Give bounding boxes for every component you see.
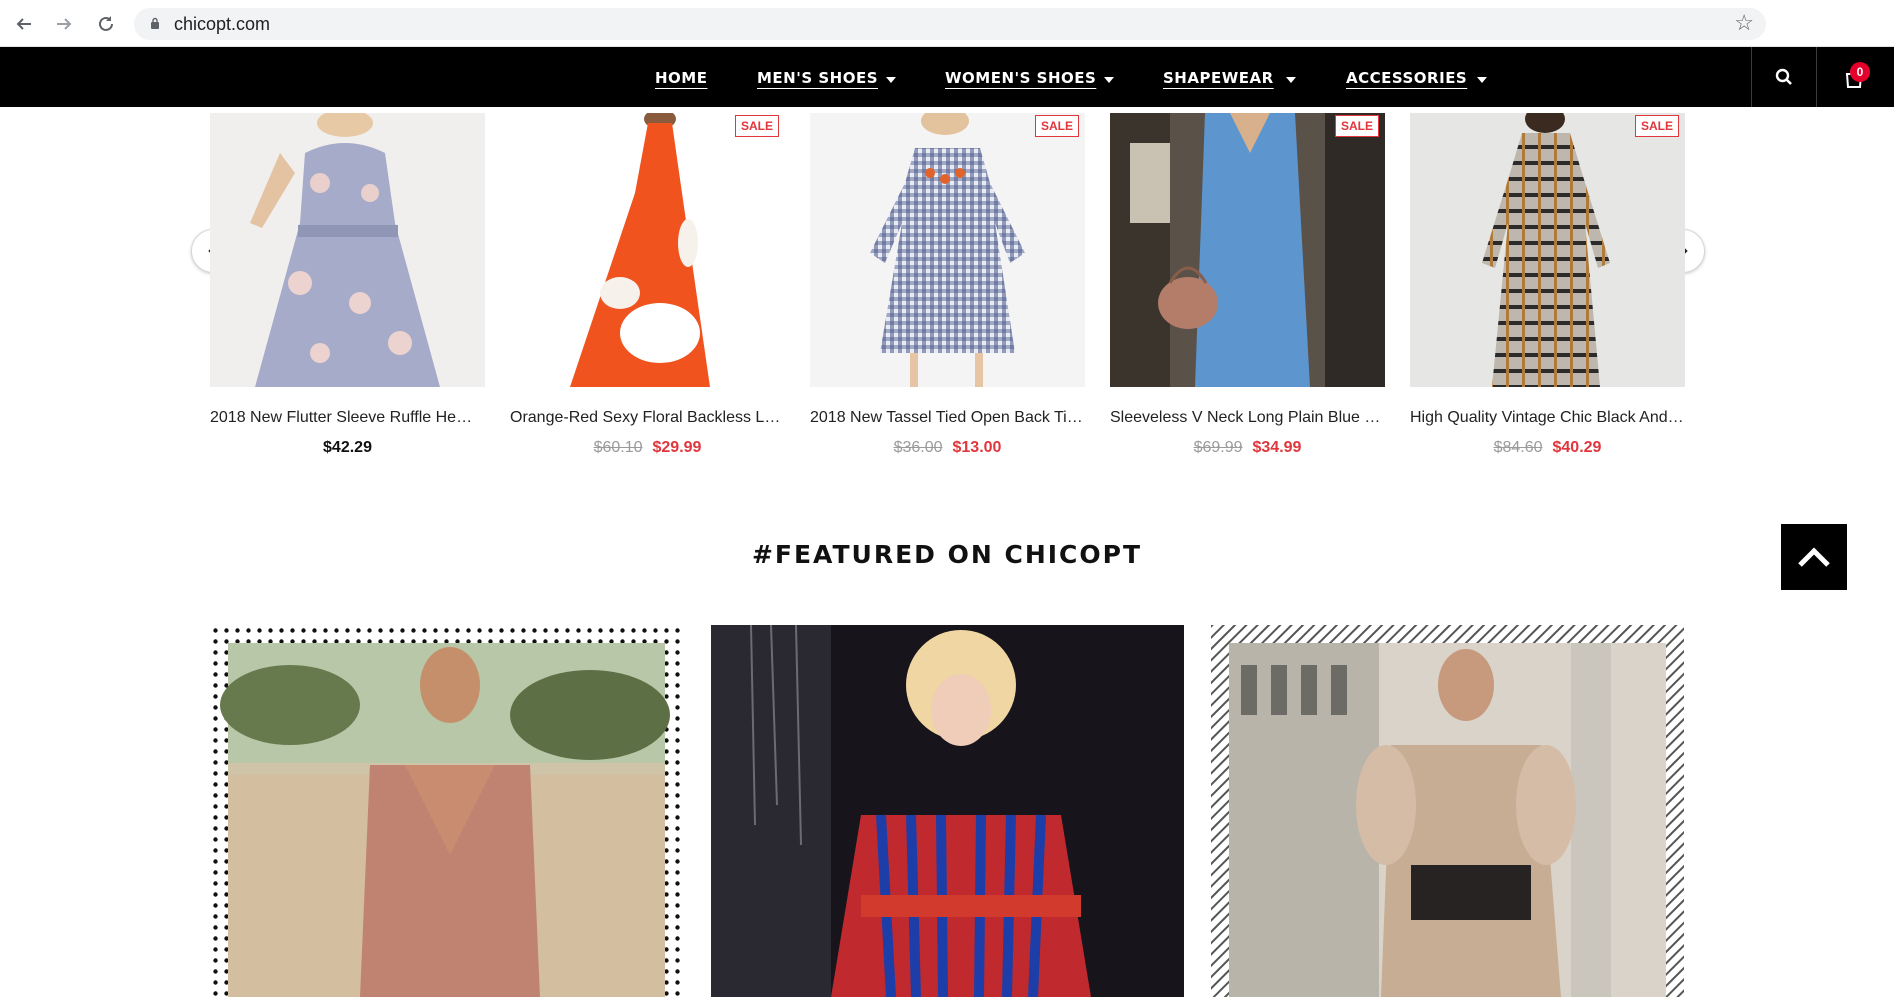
product-image[interactable]: SALE	[1110, 113, 1385, 387]
back-arrow-icon[interactable]	[12, 12, 36, 36]
cart-count-badge: 0	[1850, 62, 1870, 82]
product-card[interactable]: 2018 New Flutter Sleeve Ruffle Hem C... …	[210, 113, 485, 457]
product-price-row: $60.10 $29.99	[510, 439, 785, 457]
nav-item-mens-shoes[interactable]: MEN'S SHOES	[757, 69, 878, 87]
product-old-price: $84.60	[1493, 439, 1543, 456]
reload-icon[interactable]	[94, 12, 118, 36]
product-old-price: $69.99	[1193, 439, 1243, 456]
product-price: $13.00	[952, 439, 1002, 456]
product-image[interactable]: SALE	[1410, 113, 1685, 387]
sale-badge: SALE	[1334, 115, 1379, 137]
product-image[interactable]: SALE	[510, 113, 785, 387]
product-price-row: $42.29	[210, 439, 485, 457]
nav-item-womens-shoes[interactable]: WOMEN'S SHOES	[945, 69, 1096, 87]
product-name[interactable]: Orange-Red Sexy Floral Backless Lon...	[510, 409, 785, 427]
forward-arrow-icon[interactable]	[52, 12, 76, 36]
product-card[interactable]: SALE High Quality Vintage Chic Black And…	[1410, 113, 1685, 457]
product-card[interactable]: SALE Orange-Red Sexy Floral Backless Lon…	[510, 113, 785, 457]
chevron-down-icon[interactable]	[1477, 77, 1487, 83]
section-title: #FEATURED ON CHICOPT	[751, 540, 1143, 569]
product-price: $40.29	[1552, 439, 1602, 456]
sale-badge: SALE	[1034, 115, 1079, 137]
product-old-price: $36.00	[893, 439, 943, 456]
chevron-down-icon[interactable]	[1104, 77, 1114, 83]
product-name[interactable]: 2018 New Tassel Tied Open Back Tier...	[810, 409, 1085, 427]
product-price-row: $69.99 $34.99	[1110, 439, 1385, 457]
nav-item-home[interactable]: HOME	[655, 69, 707, 87]
product-image[interactable]	[210, 113, 485, 387]
nav-item-accessories[interactable]: ACCESSORIES	[1346, 69, 1467, 87]
browser-toolbar: chicopt.com ☆	[0, 0, 1894, 47]
star-icon[interactable]: ☆	[1734, 10, 1754, 36]
product-price: $42.29	[323, 439, 372, 456]
chevron-down-icon[interactable]	[1286, 77, 1296, 83]
featured-image[interactable]	[210, 625, 683, 997]
product-name[interactable]: 2018 New Flutter Sleeve Ruffle Hem C...	[210, 409, 485, 427]
product-name[interactable]: High Quality Vintage Chic Black And G...	[1410, 409, 1685, 427]
sale-badge: SALE	[734, 115, 779, 137]
featured-image[interactable]	[711, 625, 1184, 997]
product-price: $29.99	[652, 439, 702, 456]
search-icon	[1775, 68, 1792, 85]
product-old-price: $60.10	[593, 439, 643, 456]
product-card[interactable]: SALE Sleeveless V Neck Long Plain Blue D…	[1110, 113, 1385, 457]
search-button[interactable]	[1752, 47, 1816, 107]
lock-icon	[151, 17, 159, 29]
nav-item-shapewear[interactable]: SHAPEWEAR	[1163, 69, 1274, 87]
sale-badge: SALE	[1634, 115, 1679, 137]
product-card[interactable]: SALE 2018 New Tassel Tied Open Back Tier…	[810, 113, 1085, 457]
product-price-row: $36.00 $13.00	[810, 439, 1085, 457]
product-name[interactable]: Sleeveless V Neck Long Plain Blue De...	[1110, 409, 1385, 427]
product-price: $34.99	[1252, 439, 1302, 456]
featured-image[interactable]	[1211, 625, 1684, 997]
address-bar[interactable]: chicopt.com ☆	[134, 8, 1766, 40]
product-image[interactable]: SALE	[810, 113, 1085, 387]
url-text: chicopt.com	[174, 14, 271, 34]
cart-button[interactable]: 0	[1817, 47, 1894, 107]
product-price-row: $84.60 $40.29	[1410, 439, 1685, 457]
main-navigation: HOME MEN'S SHOES WOMEN'S SHOES SHAPEWEAR…	[0, 47, 1894, 107]
chevron-down-icon[interactable]	[886, 77, 896, 83]
